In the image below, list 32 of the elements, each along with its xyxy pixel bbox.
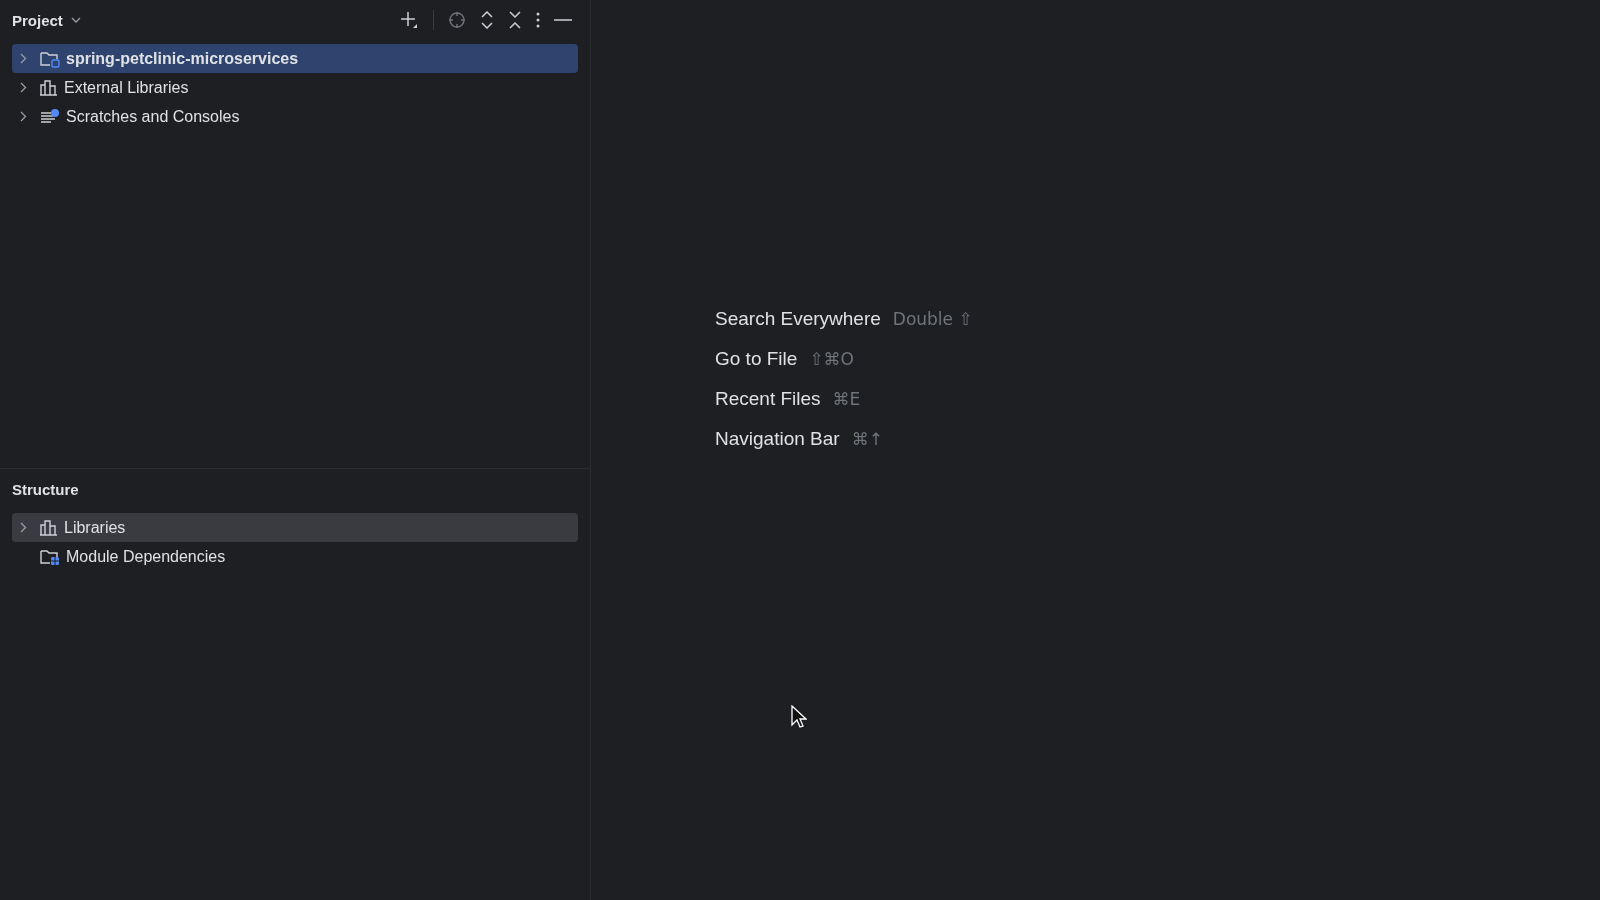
- tree-item[interactable]: Module Dependencies: [12, 542, 578, 571]
- scratch-list-icon: [40, 108, 60, 125]
- hint-action: Navigation Bar: [715, 428, 840, 450]
- hint-action: Search Everywhere: [715, 308, 881, 330]
- tree-item[interactable]: spring-petclinic-microservices: [12, 44, 578, 73]
- chevron-down-icon[interactable]: [70, 17, 81, 23]
- library-icon: [40, 79, 58, 96]
- collapse-icon[interactable]: [508, 11, 522, 29]
- chevron-right-icon[interactable]: [20, 522, 27, 533]
- shortcut-text: Double ⇧: [892, 309, 973, 329]
- mouse-cursor-icon: [791, 705, 807, 729]
- tree-item[interactable]: External Libraries: [12, 73, 578, 102]
- panel-title: Project: [12, 11, 63, 29]
- minimize-icon[interactable]: [554, 18, 572, 22]
- more-icon[interactable]: [536, 12, 540, 28]
- tree-item[interactable]: Libraries: [12, 513, 578, 542]
- folder-icon: [40, 547, 60, 566]
- panel-title: Structure: [12, 480, 79, 498]
- chevron-right-icon[interactable]: [20, 82, 27, 93]
- hint-action: Go to File: [715, 348, 798, 370]
- add-icon[interactable]: [399, 10, 419, 30]
- shortcut-text: ⌘E: [832, 389, 861, 409]
- hint-action: Recent Files: [715, 388, 821, 410]
- folder-icon: [40, 49, 60, 68]
- shortcut-text: ⇧⌘O: [809, 349, 854, 369]
- library-icon: [40, 519, 58, 536]
- shortcut-text: ⌘↑: [851, 429, 883, 449]
- tree-item[interactable]: Scratches and Consoles: [12, 102, 578, 131]
- chevron-right-icon[interactable]: [20, 53, 27, 64]
- crosshair-icon[interactable]: [448, 11, 466, 29]
- chevron-right-icon[interactable]: [20, 111, 27, 122]
- expand-icon[interactable]: [480, 11, 494, 29]
